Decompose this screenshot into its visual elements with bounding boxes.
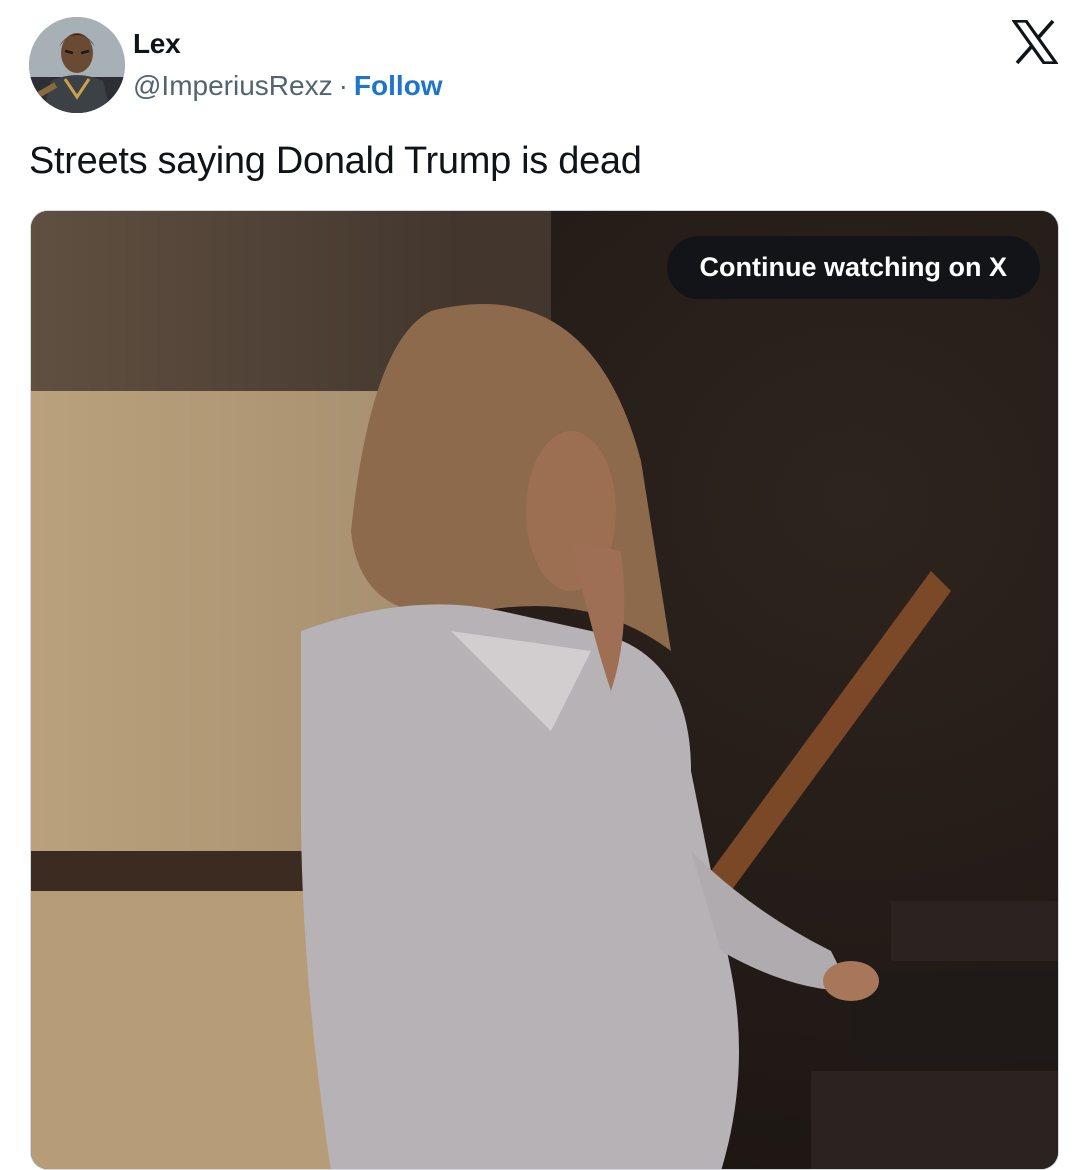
avatar[interactable] bbox=[29, 17, 125, 113]
continue-watching-button[interactable]: Continue watching on X bbox=[666, 236, 1040, 299]
video-frame bbox=[31, 211, 1058, 1169]
handle[interactable]: @ImperiusRexz bbox=[133, 70, 333, 101]
follow-button[interactable]: Follow bbox=[354, 70, 443, 101]
meta-separator: · bbox=[338, 70, 348, 101]
video-player[interactable]: Continue watching on X bbox=[30, 210, 1059, 1170]
avatar-image bbox=[29, 17, 125, 113]
tweet-text: Streets saying Donald Trump is dead bbox=[29, 140, 642, 182]
author-meta: @ImperiusRexz · Follow bbox=[133, 70, 443, 102]
display-name[interactable]: Lex bbox=[133, 28, 181, 60]
x-logo-icon[interactable] bbox=[1012, 20, 1058, 64]
